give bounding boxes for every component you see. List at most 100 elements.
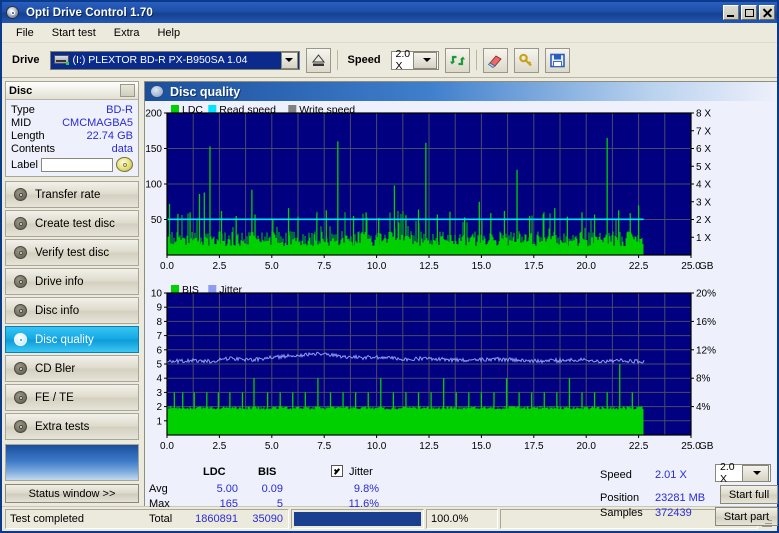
svg-text:12.5: 12.5 <box>419 261 439 272</box>
disc-panel-button[interactable] <box>120 84 135 97</box>
status-window-button[interactable]: Status window >> <box>5 484 139 503</box>
test-speed-chevron-down-icon[interactable] <box>741 464 769 482</box>
transfer-rate-icon <box>13 187 28 202</box>
sidebar-item-label: Transfer rate <box>35 188 101 201</box>
svg-text:6: 6 <box>156 345 162 356</box>
resize-grip[interactable] <box>760 509 774 529</box>
maximize-button[interactable] <box>741 5 757 20</box>
refresh-button[interactable] <box>444 47 470 73</box>
charts-area: LDC Read speed Write speed 50 100 150 200 1 X2 … <box>145 101 777 459</box>
test-speed-select-value: 2.0 X <box>720 461 735 485</box>
stats-max-ldc: 165 <box>219 498 238 510</box>
svg-text:8 X: 8 X <box>696 109 711 120</box>
svg-text:5.0: 5.0 <box>265 441 279 452</box>
speed-label: Speed <box>347 54 381 66</box>
speed-result-value: 2.01 X <box>655 469 687 481</box>
menu-item-file[interactable]: File <box>8 25 42 41</box>
menu-item-start-test[interactable]: Start test <box>44 25 104 41</box>
drive-select-chevron-down-icon[interactable] <box>280 51 298 69</box>
svg-text:6 X: 6 X <box>696 144 711 155</box>
disc-mid-label: MID <box>11 116 32 129</box>
disc-quality-charts: LDC Read speed Write speed501001502001 X2 … <box>145 104 716 452</box>
disc-info-icon <box>13 303 28 318</box>
disc-quality-icon <box>13 332 28 347</box>
sidebar-item-verify-test-disc[interactable]: Verify test disc <box>5 239 139 266</box>
sidebar-nav: Transfer rate Create test disc Verify te… <box>5 181 139 440</box>
extra-tests-icon <box>13 419 28 434</box>
main-header: Disc quality <box>145 82 777 101</box>
drive-select-value: (I:) PLEXTOR BD-R PX-B950SA 1.04 <box>72 54 248 66</box>
jitter-checkbox[interactable] <box>331 465 343 477</box>
close-button[interactable] <box>759 5 775 20</box>
disc-label-input[interactable] <box>40 157 113 172</box>
window-controls <box>723 5 775 20</box>
menu-item-help[interactable]: Help <box>149 25 188 41</box>
stats-avg-ldc: 5.00 <box>216 483 238 495</box>
refresh-icon <box>449 55 465 65</box>
disc-row-type: Type BD-R <box>11 103 133 116</box>
cd-bler-icon <box>13 361 28 376</box>
svg-text:2.5: 2.5 <box>212 441 226 452</box>
settings-key-button[interactable] <box>513 47 539 73</box>
sidebar-item-extra-tests[interactable]: Extra tests <box>5 413 139 440</box>
stats-avg-jitter: 9.8% <box>353 483 379 495</box>
start-full-button[interactable]: Start full <box>720 485 778 504</box>
svg-text:3 X: 3 X <box>696 197 711 208</box>
sidebar-item-cd-bler[interactable]: CD Bler <box>5 355 139 382</box>
stats-col-bis: BIS <box>258 466 277 478</box>
app-disc-icon <box>6 5 21 20</box>
svg-text:50: 50 <box>151 215 163 226</box>
speed-result-label: Speed <box>600 469 632 481</box>
svg-text:12%: 12% <box>696 345 716 356</box>
title-bar: Opti Drive Control 1.70 <box>2 2 777 23</box>
progress-percent: 100.0% <box>426 509 498 529</box>
svg-text:4 X: 4 X <box>696 180 711 191</box>
cd-icon[interactable] <box>116 157 133 172</box>
sidebar-item-label: FE / TE <box>35 391 74 404</box>
svg-text:4: 4 <box>156 374 162 385</box>
eject-button[interactable] <box>305 47 331 73</box>
svg-text:3: 3 <box>156 388 162 399</box>
disc-label-label: Label <box>11 158 38 171</box>
sidebar-item-disc-quality[interactable]: Disc quality <box>5 326 139 353</box>
disc-info-rows: Type BD-R MID CMCMAGBA5 Length 22.74 GB … <box>6 100 138 176</box>
verify-test-disc-icon <box>13 245 28 260</box>
sidebar-item-fe-te[interactable]: FE / TE <box>5 384 139 411</box>
stats-row-max-label: Max <box>149 498 170 510</box>
svg-text:7: 7 <box>156 331 162 342</box>
minimize-button[interactable] <box>723 5 739 20</box>
speed-select-chevron-down-icon[interactable] <box>413 51 437 69</box>
svg-text:20%: 20% <box>696 289 716 300</box>
svg-text:22.5: 22.5 <box>629 261 649 272</box>
samples-label: Samples <box>600 507 643 519</box>
menu-item-extra[interactable]: Extra <box>106 25 148 41</box>
svg-text:1 X: 1 X <box>696 233 711 244</box>
sidebar-item-label: Drive info <box>35 275 84 288</box>
disc-panel-header: Disc <box>6 82 138 100</box>
test-speed-select[interactable]: 2.0 X <box>715 461 771 485</box>
svg-text:15.0: 15.0 <box>472 441 492 452</box>
save-button[interactable] <box>544 47 570 73</box>
menu-bar: File Start test Extra Help <box>2 23 777 43</box>
svg-text:20.0: 20.0 <box>576 261 596 272</box>
svg-text:10: 10 <box>151 289 163 300</box>
drive-info-icon <box>13 274 28 289</box>
drive-label: Drive <box>12 54 40 66</box>
stats-avg-bis: 0.09 <box>261 483 283 495</box>
speed-select-value: 2.0 X <box>395 48 411 72</box>
sidebar: Disc Type BD-R MID CMCMAGBA5 Length 22.7… <box>2 78 142 506</box>
sidebar-item-create-test-disc[interactable]: Create test disc <box>5 210 139 237</box>
body: Disc Type BD-R MID CMCMAGBA5 Length 22.7… <box>2 78 778 526</box>
svg-text:15.0: 15.0 <box>472 261 492 272</box>
svg-text:7.5: 7.5 <box>317 441 331 452</box>
drive-select[interactable]: (I:) PLEXTOR BD-R PX-B950SA 1.04 <box>49 50 300 70</box>
svg-text:7 X: 7 X <box>696 126 711 137</box>
erase-button[interactable] <box>482 47 508 73</box>
disc-contents-value: data <box>111 142 133 155</box>
sidebar-item-transfer-rate[interactable]: Transfer rate <box>5 181 139 208</box>
sidebar-item-disc-info[interactable]: Disc info <box>5 297 139 324</box>
samples-value: 372439 <box>655 507 692 519</box>
svg-text:5: 5 <box>156 360 162 371</box>
sidebar-item-drive-info[interactable]: Drive info <box>5 268 139 295</box>
speed-select[interactable]: 2.0 X <box>390 48 439 72</box>
